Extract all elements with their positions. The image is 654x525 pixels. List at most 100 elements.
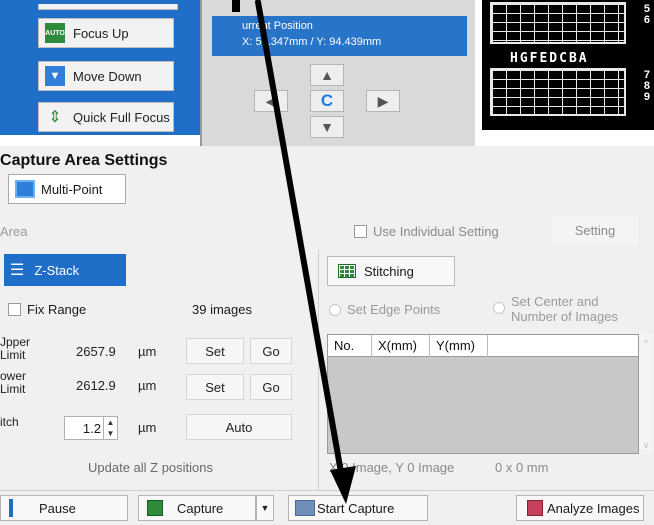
scroll-down-icon[interactable]: v [644, 440, 649, 450]
analyze-images-label: Analyze Images [547, 500, 640, 516]
column-no: No. [328, 334, 372, 357]
move-left-arrow-button[interactable]: ◀ [254, 90, 288, 112]
move-down-button[interactable]: ▼ Move Down [38, 61, 174, 91]
set-edge-points-radio[interactable]: Set Edge Points [329, 302, 440, 317]
multi-point-label: Multi-Point [41, 181, 103, 197]
upper-limit-label: Jpper Limit [0, 335, 31, 362]
move-down-arrow-button[interactable]: ▼ [310, 116, 344, 138]
auto-pitch-button[interactable]: Auto [186, 414, 292, 440]
multi-point-button[interactable]: Multi-Point [8, 174, 126, 204]
stitching-icon [338, 264, 356, 278]
set-center-label: Set Center and Number of Images [511, 294, 618, 324]
set-center-line-2: Number of Images [511, 309, 618, 324]
pause-button[interactable]: Pause [0, 495, 128, 521]
start-capture-icon [295, 500, 315, 516]
move-up-arrow-button[interactable]: ▲ [310, 64, 344, 86]
lower-limit-value: 2612.9 [76, 378, 116, 393]
pitch-value: 1.2 [82, 420, 101, 436]
area-label: Area [0, 224, 28, 239]
capture-area-title-text: apture Area Settings [11, 152, 168, 169]
scroll-up-icon[interactable]: ^ [644, 338, 648, 348]
pitch-label: itch [0, 415, 19, 429]
quick-focus-icon: ⇕ [48, 109, 62, 126]
edge-points-label: Set Edge Points [347, 302, 441, 317]
arrow-right-icon: ▶ [377, 92, 389, 109]
multi-point-icon [15, 180, 35, 198]
move-down-label: Move Down [73, 68, 142, 84]
pitch-unit: µm [138, 420, 157, 435]
capture-toolbar: Pause Capture ▼ Start Capture Analyze Im… [0, 490, 654, 525]
upper-limit-unit: µm [138, 344, 157, 359]
focus-up-label: Focus Up [73, 25, 129, 41]
arrow-left-icon: ◀ [265, 92, 277, 109]
current-position-value: X: 50.347mm / Y: 94.439mm [242, 36, 382, 48]
pitch-stepper[interactable]: 1.2 ▲ ▼ [64, 416, 118, 440]
move-right-arrow-button[interactable]: ▶ [366, 90, 400, 112]
use-individual-setting-checkbox[interactable]: Use Individual Setting [354, 224, 499, 239]
z-images-count: 39 images [192, 302, 252, 317]
analyze-images-button[interactable]: Analyze Images [516, 495, 644, 521]
lower-go-button[interactable]: Go [250, 374, 292, 400]
upper-go-button[interactable]: Go [250, 338, 292, 364]
start-capture-label: Start Capture [317, 500, 395, 516]
well-plate-map[interactable]: 5 6 HGFEDCBA 7 8 9 [482, 0, 654, 130]
stage-control-panel: AUTO Focus Up ▼ Move Down ⇕ Quick Full F… [0, 0, 654, 146]
image-count-status: X 0 Image, Y 0 Image [329, 460, 455, 475]
use-individual-label: Use Individual Setting [373, 224, 499, 239]
plate-grid-upper [490, 2, 626, 44]
checkbox-icon [8, 303, 21, 316]
capture-label: Capture [177, 500, 224, 516]
upper-set-button[interactable]: Set [186, 338, 244, 364]
focus-up-button[interactable]: AUTO Focus Up [38, 18, 174, 48]
plate-row-numbers-top: 5 6 [644, 4, 650, 26]
image-size-status: 0 x 0 mm [495, 460, 549, 475]
lower-limit-label: ower Limit [0, 369, 27, 396]
stitching-button[interactable]: Stitching [327, 256, 455, 286]
plate-row-numbers-bottom: 7 8 9 [644, 70, 650, 103]
analyze-images-icon [527, 500, 543, 516]
area-dropdown-icon[interactable]: ▼ [292, 222, 304, 236]
table-scrollbar[interactable]: ^ v [639, 334, 653, 454]
stage-position-panel: urrent Position X: 50.347mm / Y: 94.439m… [200, 0, 475, 146]
z-stack-tab[interactable]: ☰ Z-Stack [4, 254, 126, 286]
upper-limit-value: 2657.9 [76, 344, 116, 359]
auto-focus-up-icon: AUTO [45, 23, 65, 43]
radio-icon [329, 303, 341, 316]
quick-full-focus-label: Quick Full Focus [73, 109, 170, 125]
table-header: No. X(mm) Y(mm) [328, 334, 638, 357]
stitching-points-table[interactable]: No. X(mm) Y(mm) [327, 334, 639, 454]
focus-button-group: AUTO Focus Up ▼ Move Down ⇕ Quick Full F… [30, 0, 200, 135]
partial-button-edge [38, 4, 178, 10]
plate-column-letters: HGFEDCBA [510, 51, 589, 66]
arrow-down-small-icon: ▼ [320, 119, 334, 135]
set-center-line-1: Set Center and [511, 294, 599, 309]
checkbox-icon [354, 225, 367, 238]
set-center-radio[interactable]: Set Center and Number of Images [493, 294, 618, 324]
pause-label: Pause [39, 500, 76, 516]
z-stack-panel: ☰ Z-Stack Fix Range 39 images Jpper Limi… [0, 250, 310, 490]
arrow-up-icon: ▲ [320, 67, 334, 83]
fix-range-label: Fix Range [27, 302, 87, 317]
fix-range-checkbox[interactable]: Fix Range [8, 302, 86, 317]
quick-full-focus-button[interactable]: ⇕ Quick Full Focus [38, 102, 174, 132]
arrow-down-icon: ▼ [45, 66, 65, 86]
setting-button[interactable]: Setting [552, 216, 638, 244]
stitching-label: Stitching [364, 263, 414, 279]
capture-area-title: Capture Area Settings [0, 152, 168, 169]
spin-arrows-icon[interactable]: ▲ ▼ [103, 417, 117, 439]
center-label: C [320, 91, 334, 110]
lower-set-button[interactable]: Set [186, 374, 244, 400]
z-stack-icon: ☰ [10, 262, 25, 279]
radio-icon [493, 302, 505, 314]
lower-limit-unit: µm [138, 378, 157, 393]
capture-area-settings: Capture Area Settings Multi-Point Area ▼… [0, 146, 654, 490]
capture-dropdown-icon[interactable]: ▼ [256, 495, 274, 521]
column-x: X(mm) [372, 334, 430, 357]
current-position-label: urrent Position [242, 20, 313, 32]
start-capture-button[interactable]: Start Capture [288, 495, 428, 521]
column-y: Y(mm) [430, 334, 488, 357]
row-6: 6 [643, 14, 650, 26]
update-all-z-button[interactable]: Update all Z positions [88, 460, 213, 475]
center-position-button[interactable]: C [310, 90, 344, 112]
capture-button[interactable]: Capture [138, 495, 256, 521]
